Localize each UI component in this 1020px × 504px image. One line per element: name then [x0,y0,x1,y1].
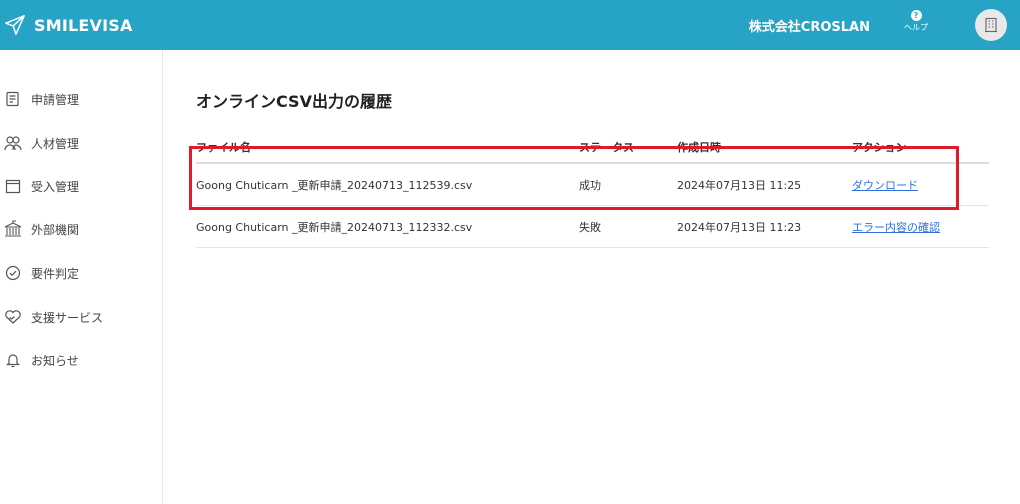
top-header: SMILEVISA 株式会社CROSLAN ? ヘルプ [0,0,1020,50]
created-cell: 2024年07月13日 11:23 [677,220,802,234]
bell-icon [4,351,22,369]
check-circle-icon [4,264,22,282]
action-cell: ダウンロード [852,164,918,205]
handshake-icon [4,308,22,326]
csv-history-table: ファイル名 ステータス 作成日時 アクション Goong Chuticarn _… [196,132,989,248]
page-title: オンラインCSV出力の履歴 [196,92,392,111]
status-cell: 失敗 [579,220,601,234]
filename-cell: Goong Chuticarn _更新申請_20240713_112539.cs… [196,178,473,192]
status-cell: 成功 [579,178,601,192]
table-row: Goong Chuticarn _更新申請_20240713_112332.cs… [196,206,989,248]
document-icon [4,90,22,108]
sidebar-item-news[interactable]: お知らせ [0,345,163,375]
avatar[interactable] [975,9,1007,41]
column-header-filename: ファイル名 [196,141,251,154]
table-row: Goong Chuticarn _更新申請_20240713_112539.cs… [196,164,989,206]
action-cell: エラー内容の確認 [852,206,940,247]
sidebar-item-label: 外部機関 [31,222,80,237]
office-building-icon [985,17,997,33]
sidebar-item-support[interactable]: 支援サービス [0,302,163,332]
sidebar-item-label: 支援サービス [31,310,104,325]
help-button[interactable]: ? ヘルプ [896,10,936,33]
sidebar-item-application[interactable]: 申請管理 [0,84,163,114]
column-header-created: 作成日時 [677,141,721,154]
help-icon: ? [910,10,922,21]
help-label: ヘルプ [904,23,928,32]
sidebar-item-acceptance[interactable]: 受入管理 [0,171,163,201]
column-header-action: アクション [852,141,907,154]
main-content: オンラインCSV出力の履歴 ファイル名 ステータス 作成日時 アクション Goo… [164,50,1020,504]
sidebar-item-label: 要件判定 [31,266,80,281]
sidebar-item-label: 人材管理 [31,136,80,151]
paper-plane-icon [2,12,28,38]
sidebar-item-label: お知らせ [31,353,79,368]
filename-cell: Goong Chuticarn _更新申請_20240713_112332.cs… [196,220,473,234]
people-icon [4,134,22,152]
download-link[interactable]: ダウンロード [852,177,918,193]
app-logo[interactable]: SMILEVISA [0,0,133,50]
brand-name: SMILEVISA [34,15,133,35]
building-icon [4,220,22,238]
company-name: 株式会社CROSLAN [748,19,870,35]
sidebar-item-external[interactable]: 外部機関 [0,214,163,244]
calendar-icon [4,177,22,195]
sidebar-item-talent[interactable]: 人材管理 [0,128,163,158]
sidebar-item-label: 受入管理 [31,179,80,194]
table-header: ファイル名 ステータス 作成日時 アクション [196,132,989,164]
sidebar-item-label: 申請管理 [31,92,80,107]
error-details-link[interactable]: エラー内容の確認 [852,219,940,235]
sidebar-item-requirements[interactable]: 要件判定 [0,258,163,288]
column-header-status: ステータス [579,141,634,154]
created-cell: 2024年07月13日 11:25 [677,178,802,192]
sidebar: 申請管理 人材管理 受入管理 外部機関 要件判定 支援サービス お知らせ [0,50,163,504]
